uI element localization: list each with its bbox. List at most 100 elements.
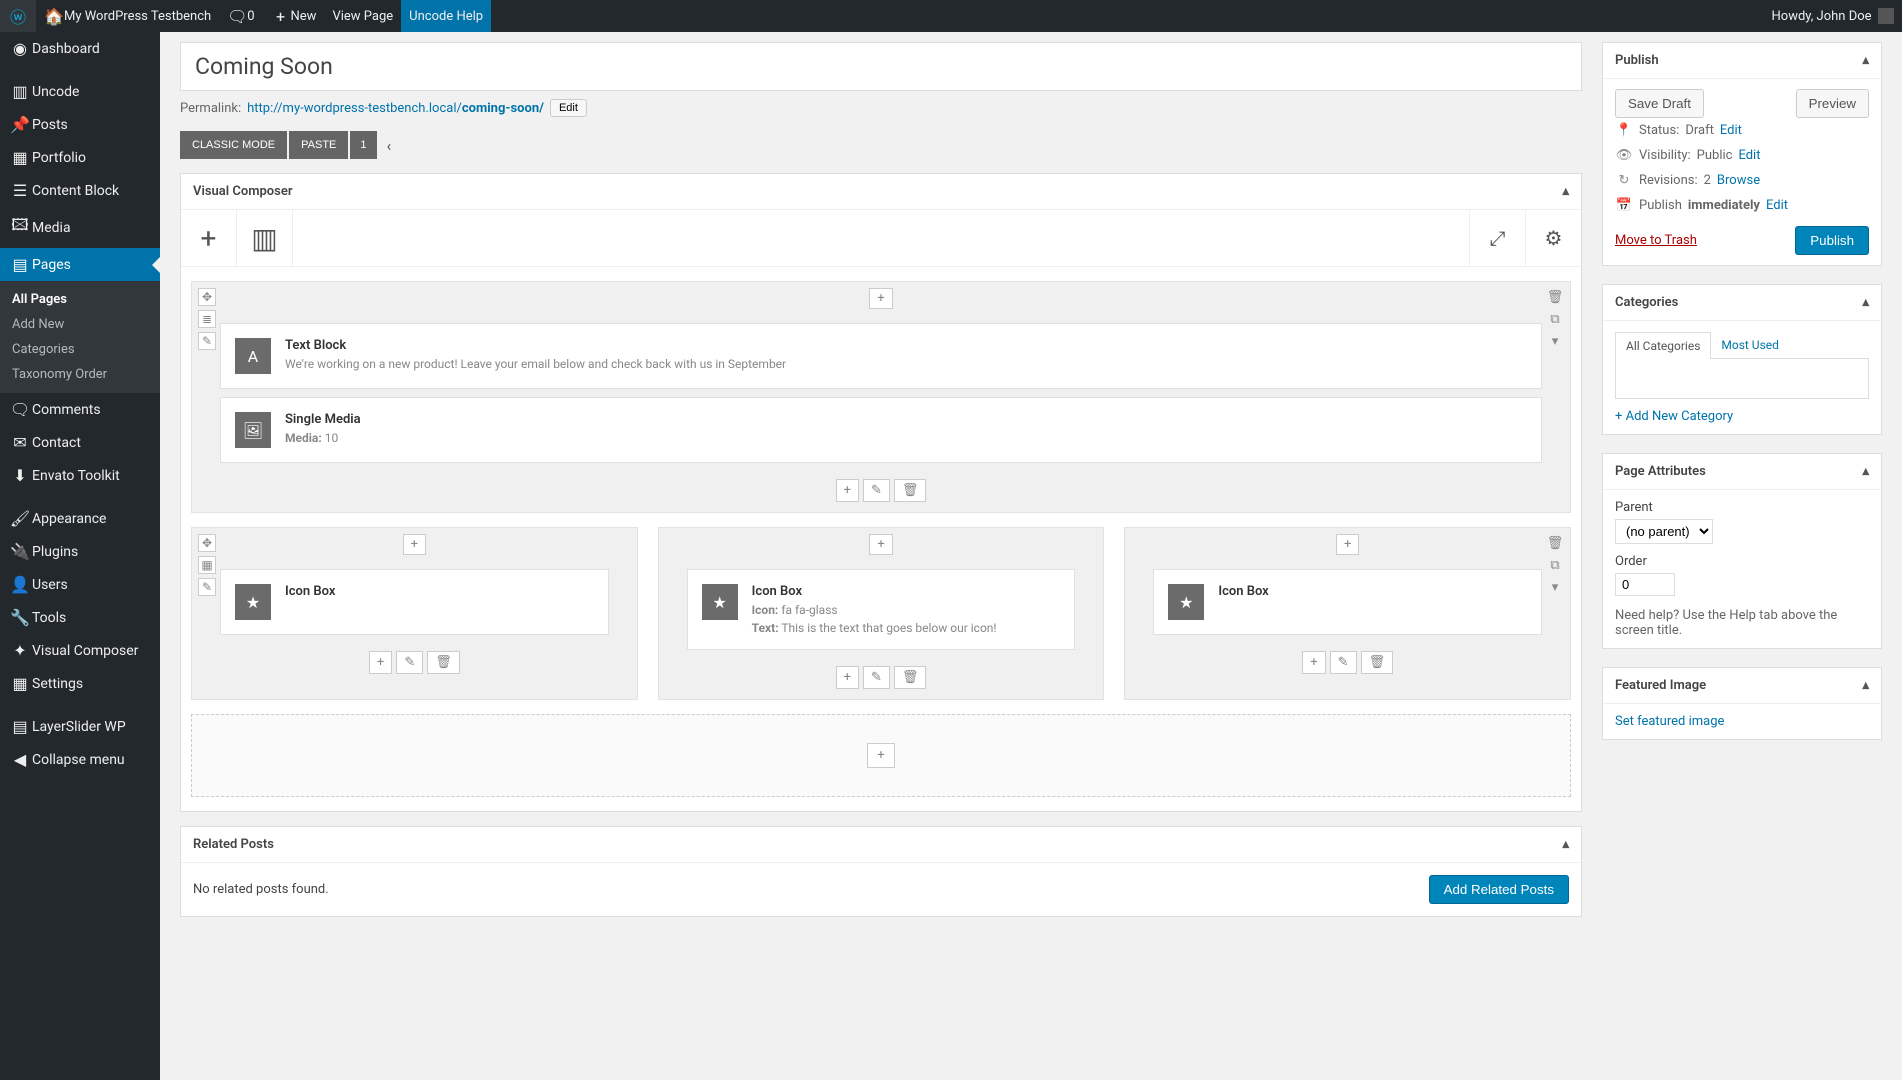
submenu-add-new[interactable]: Add New: [0, 312, 160, 337]
vc-add-column[interactable]: +: [403, 534, 426, 555]
row-delete[interactable]: 🗑: [427, 651, 460, 674]
columns-icon[interactable]: ▦: [198, 556, 216, 574]
sidebar-item-users[interactable]: 👤Users: [0, 568, 160, 601]
trash-icon[interactable]: 🗑: [1546, 534, 1564, 552]
status-edit-link[interactable]: Edit: [1720, 123, 1742, 138]
sidebar-item-dashboard[interactable]: ◉Dashboard: [0, 32, 160, 65]
sidebar-collapse[interactable]: ◀Collapse menu: [0, 743, 160, 776]
row-edit[interactable]: ✎: [863, 666, 890, 689]
chevron-down-icon[interactable]: ▾: [1546, 578, 1564, 596]
row-edit[interactable]: ✎: [863, 479, 890, 502]
sidebar-item-comments[interactable]: 🗨Comments: [0, 393, 160, 426]
sidebar-item-contentblock[interactable]: ☰Content Block: [0, 174, 160, 207]
clone-icon[interactable]: ⧉: [1546, 556, 1564, 574]
sidebar-item-uncode[interactable]: ▥Uncode: [0, 75, 160, 108]
row-add[interactable]: +: [1302, 651, 1325, 674]
order-input[interactable]: [1615, 573, 1675, 596]
edit-icon[interactable]: ✎: [198, 332, 216, 350]
vc-element-iconbox-1[interactable]: ★ Icon Box: [220, 569, 609, 635]
classic-mode-button[interactable]: CLASSIC MODE: [180, 131, 287, 159]
layers-icon: ▤: [8, 717, 32, 736]
uncode-help-link[interactable]: Uncode Help: [401, 0, 491, 32]
sidebar-item-layerslider[interactable]: ▤LayerSlider WP: [0, 710, 160, 743]
category-list[interactable]: [1615, 359, 1869, 399]
paste-button[interactable]: PASTE: [289, 131, 348, 159]
vc-element-iconbox-2[interactable]: ★ Icon Box Icon: fa fa-glass Text: This …: [687, 569, 1076, 650]
permalink-url[interactable]: http://my-wordpress-testbench.local/comi…: [247, 101, 544, 116]
row-delete[interactable]: 🗑: [894, 479, 927, 502]
revisions-browse-link[interactable]: Browse: [1717, 173, 1760, 188]
sidebar-item-posts[interactable]: 📌Posts: [0, 108, 160, 141]
row-edit[interactable]: ✎: [1330, 651, 1357, 674]
categories-toggle[interactable]: ▴: [1862, 295, 1869, 310]
sidebar-item-plugins[interactable]: 🔌Plugins: [0, 535, 160, 568]
add-new-category-link[interactable]: + Add New Category: [1615, 409, 1733, 424]
publish-toggle[interactable]: ▴: [1862, 53, 1869, 68]
set-featured-image-link[interactable]: Set featured image: [1615, 714, 1724, 729]
preview-button[interactable]: Preview: [1796, 89, 1869, 118]
vc-element-singlemedia[interactable]: 🖼 Single Media Media: 10: [220, 397, 1542, 463]
row-edit[interactable]: ✎: [396, 651, 423, 674]
vc-add-column[interactable]: +: [1336, 534, 1359, 555]
sidebar-item-settings[interactable]: ▦Settings: [0, 667, 160, 700]
permalink-edit-button[interactable]: Edit: [550, 99, 587, 117]
featured-title: Featured Image: [1615, 678, 1706, 693]
vc-add-row-button[interactable]: +: [867, 743, 894, 768]
parent-select[interactable]: (no parent): [1615, 519, 1713, 544]
tab-all-categories[interactable]: All Categories: [1615, 332, 1711, 359]
sidebar-item-portfolio[interactable]: ▦Portfolio: [0, 141, 160, 174]
vc-panel-toggle[interactable]: ▴: [1562, 184, 1569, 199]
row-add[interactable]: +: [836, 666, 859, 689]
chevron-left-icon[interactable]: ‹: [379, 132, 400, 159]
submenu-all-pages[interactable]: All Pages: [0, 287, 160, 312]
chevron-down-icon[interactable]: ▾: [1546, 332, 1564, 350]
submenu-categories[interactable]: Categories: [0, 337, 160, 362]
submenu-taxonomy-order[interactable]: Taxonomy Order: [0, 362, 160, 387]
save-draft-button[interactable]: Save Draft: [1615, 89, 1704, 118]
view-page-link[interactable]: View Page: [324, 0, 401, 32]
sidebar-item-vc[interactable]: ✦Visual Composer: [0, 634, 160, 667]
move-icon[interactable]: ✥: [198, 534, 216, 552]
sidebar-item-contact[interactable]: ✉Contact: [0, 426, 160, 459]
tab-most-used[interactable]: Most Used: [1711, 332, 1789, 359]
vc-add-column[interactable]: +: [869, 288, 892, 309]
vc-element-iconbox-3[interactable]: ★ Icon Box: [1153, 569, 1542, 635]
move-icon[interactable]: ✥: [198, 288, 216, 306]
columns-icon[interactable]: ≣: [198, 310, 216, 328]
sidebar-item-envato[interactable]: ⬇Envato Toolkit: [0, 459, 160, 492]
attrs-toggle[interactable]: ▴: [1862, 464, 1869, 479]
vc-templates[interactable]: ▥: [237, 210, 293, 266]
sidebar-item-appearance[interactable]: 🖌Appearance: [0, 502, 160, 535]
vc-element-textblock[interactable]: A Text Block We're working on a new prod…: [220, 323, 1542, 389]
schedule-edit-link[interactable]: Edit: [1766, 198, 1788, 213]
sidebar-item-media[interactable]: 🖾Media: [0, 207, 160, 248]
trash-icon[interactable]: 🗑: [1546, 288, 1564, 306]
sidebar-item-pages[interactable]: ▤Pages: [0, 248, 160, 281]
visibility-edit-link[interactable]: Edit: [1738, 148, 1760, 163]
history-count-button[interactable]: 1: [350, 131, 376, 159]
new-content-link[interactable]: +New: [263, 0, 325, 32]
row-delete[interactable]: 🗑: [894, 666, 927, 689]
vc-fullscreen[interactable]: ⤢: [1469, 210, 1525, 266]
related-toggle[interactable]: ▴: [1562, 837, 1569, 852]
add-related-button[interactable]: Add Related Posts: [1429, 875, 1569, 904]
comments-link[interactable]: 🗨0: [219, 0, 262, 32]
site-name-link[interactable]: 🏠My WordPress Testbench: [36, 0, 219, 32]
vc-add-element[interactable]: +: [181, 210, 237, 266]
vc-add-column[interactable]: +: [869, 534, 892, 555]
row-delete[interactable]: 🗑: [1361, 651, 1394, 674]
vc-add-row-empty: +: [191, 714, 1571, 797]
row-add[interactable]: +: [836, 479, 859, 502]
sidebar-item-tools[interactable]: 🔧Tools: [0, 601, 160, 634]
page-title[interactable]: Coming Soon: [195, 53, 1567, 80]
publish-button[interactable]: Publish: [1795, 226, 1869, 255]
featured-toggle[interactable]: ▴: [1862, 678, 1869, 693]
edit-icon[interactable]: ✎: [198, 578, 216, 596]
vc-settings[interactable]: ⚙: [1525, 210, 1581, 266]
row-add[interactable]: +: [369, 651, 392, 674]
wp-logo[interactable]: ⓦ: [0, 0, 36, 32]
howdy-user[interactable]: Howdy, John Doe: [1764, 0, 1902, 32]
vc-row-2: ✥ ▦ ✎ + ★ Icon Box + ✎ 🗑: [191, 527, 1571, 700]
move-to-trash[interactable]: Move to Trash: [1615, 233, 1697, 248]
clone-icon[interactable]: ⧉: [1546, 310, 1564, 328]
